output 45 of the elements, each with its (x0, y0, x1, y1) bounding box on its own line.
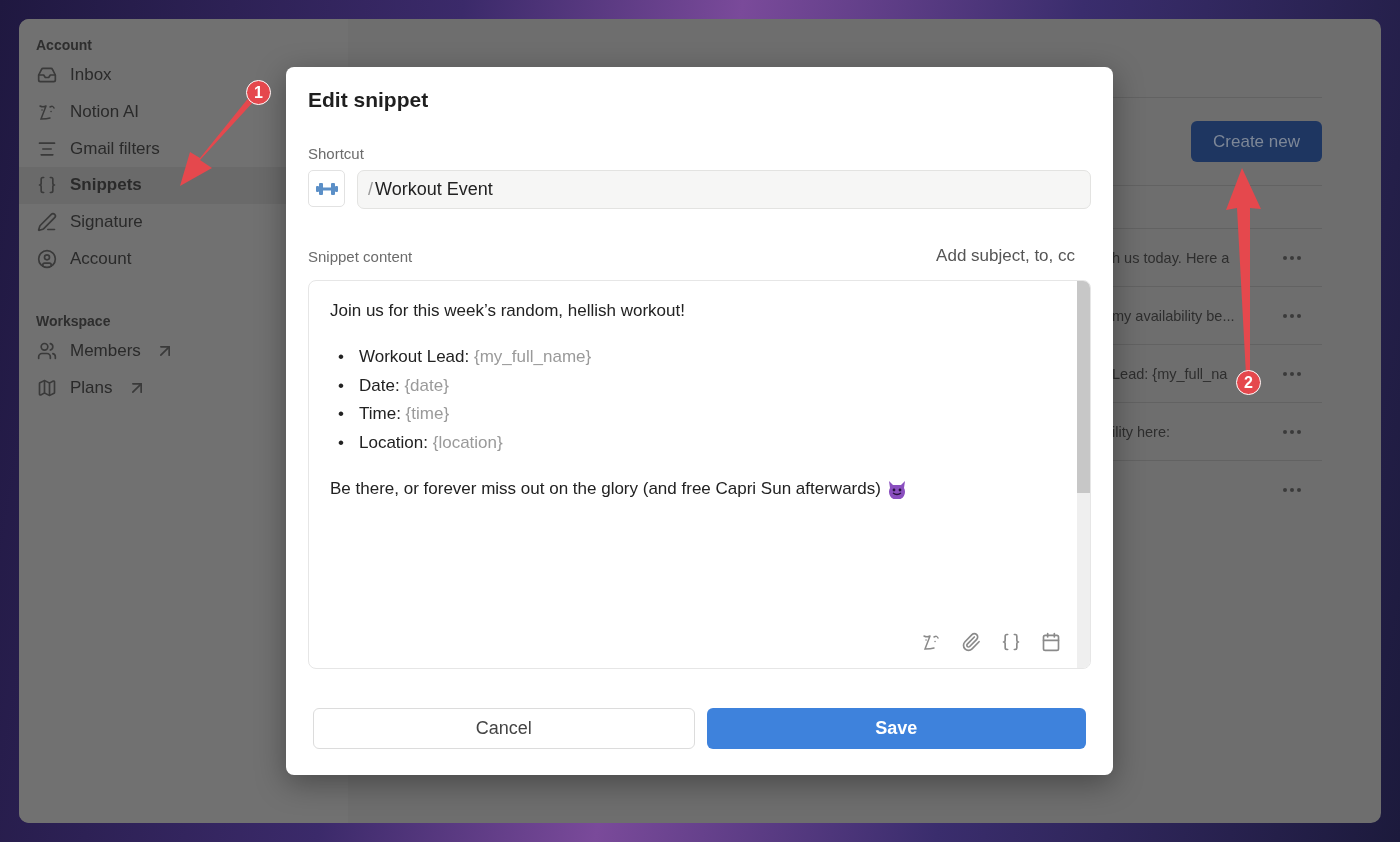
pen-icon (37, 212, 57, 233)
bullet-mark: • (338, 374, 345, 397)
snippet-preview: h us today. Here a (1112, 249, 1230, 266)
create-new-button[interactable]: Create new (1191, 121, 1322, 162)
map-icon (37, 378, 57, 399)
snippet-preview: my availability be... (1112, 307, 1235, 324)
user-circle-icon (37, 248, 57, 269)
snippet-preview: ility here: (1112, 423, 1171, 440)
sidebar-item[interactable]: Signature (19, 203, 348, 241)
more-icon[interactable] (1283, 313, 1301, 318)
field-label: Snippet content (308, 247, 413, 265)
more-icon[interactable] (1283, 255, 1301, 260)
calendar-icon[interactable] (1041, 632, 1061, 652)
cancel-button[interactable]: Cancel (313, 708, 695, 749)
dialog-title: Edit snippet (308, 89, 430, 111)
section-title: Workspace (35, 313, 112, 332)
more-icon[interactable] (1283, 487, 1301, 492)
bullet-mark: • (338, 431, 345, 454)
body-text: Be there, or forever miss out on the glory (and free Capri Sun afterwards) (330, 478, 881, 500)
ai-face-icon (37, 102, 57, 123)
body-text: Join us for this week’s random, hellish workout! (330, 300, 685, 322)
ai-face-icon (921, 632, 941, 652)
list-item: Location: {location} (359, 431, 503, 454)
more-icon[interactable] (1283, 429, 1301, 434)
snippet-preview: Lead: {my_full_na (1112, 365, 1228, 382)
dumbbell-icon (315, 181, 338, 196)
list-item: Workout Lead: {my_full_name} (359, 346, 592, 368)
field-label: Shortcut (308, 145, 365, 162)
list-item: Time: {time} (359, 403, 450, 425)
braces-icon[interactable] (1001, 632, 1021, 652)
users-icon (37, 341, 57, 362)
bullet-mark: • (338, 346, 345, 368)
scrollbar-thumb[interactable] (1077, 281, 1090, 493)
emoji-picker-button[interactable] (308, 170, 345, 207)
add-fields-link[interactable]: Add subject, to, cc (936, 246, 1075, 266)
bullet-mark: • (338, 403, 345, 425)
content-editor[interactable] (308, 280, 1091, 669)
inbox-icon (37, 65, 57, 86)
shortcut-field[interactable]: /Workout Event (357, 170, 1091, 209)
braces-icon (37, 175, 57, 196)
more-icon[interactable] (1283, 371, 1301, 376)
save-button[interactable]: Save (706, 708, 1086, 749)
list-item: Date: {date} (359, 374, 449, 397)
section-title: Account (35, 37, 93, 55)
paperclip-icon[interactable] (961, 632, 981, 652)
